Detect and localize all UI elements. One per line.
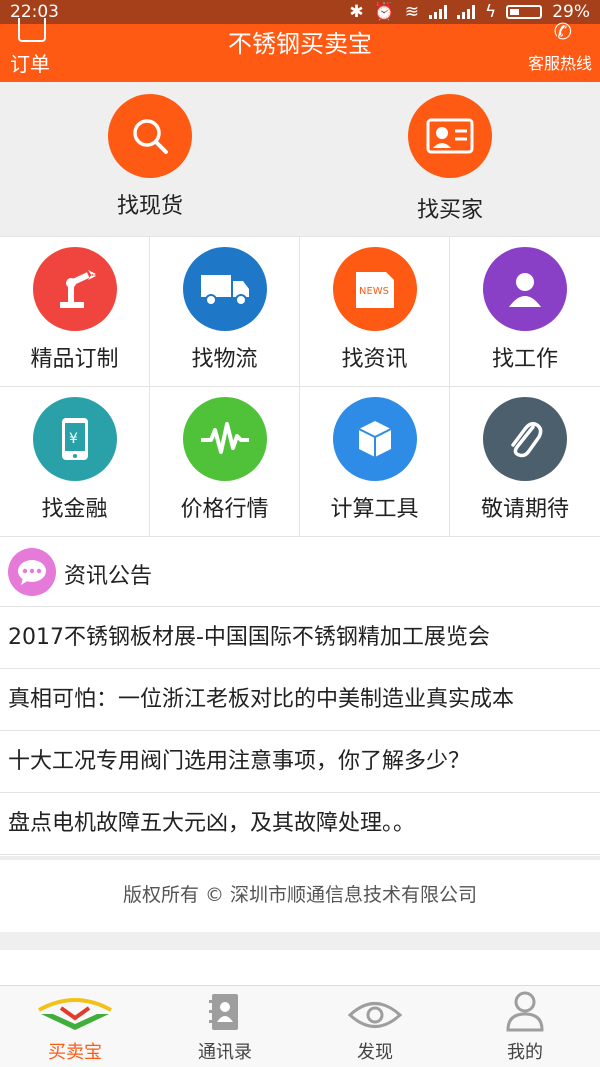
- grid-item-finance[interactable]: ¥ 找金融: [0, 387, 150, 537]
- news-item[interactable]: 盘点电机故障五大元凶，及其故障处理。。: [0, 793, 600, 855]
- grid-item-custom[interactable]: 精品订制: [0, 237, 150, 387]
- page-title: 不锈钢买卖宝: [228, 30, 372, 58]
- contacts-book-icon: [150, 986, 300, 1032]
- grid-label: 精品订制: [30, 347, 119, 372]
- chat-bubble-icon: [8, 548, 56, 596]
- grid-label: 敬请期待: [480, 497, 569, 522]
- tab-label: 买卖宝: [48, 1042, 102, 1063]
- charging-icon: ϟ: [484, 2, 497, 22]
- phone-icon[interactable]: ✆: [554, 20, 572, 45]
- grid-item-prices[interactable]: 价格行情: [150, 387, 300, 537]
- copyright-text: 版权所有 © 深圳市顺通信息技术有限公司: [122, 884, 478, 906]
- tab-trade[interactable]: 买卖宝: [0, 986, 150, 1067]
- person-icon: [483, 247, 567, 331]
- pulse-icon: [182, 397, 267, 481]
- search-icon: [108, 94, 192, 178]
- wifi-icon: ≋: [404, 2, 419, 22]
- grid-item-news[interactable]: NEWS 找资讯: [300, 237, 450, 387]
- signal-icon: [428, 5, 447, 19]
- svg-text:¥: ¥: [69, 431, 78, 447]
- paperclip-icon: [483, 397, 567, 481]
- grid-item-logistics[interactable]: 找物流: [150, 237, 300, 387]
- battery-level: 29%: [552, 2, 590, 22]
- grid-item-jobs[interactable]: 找工作: [450, 237, 600, 387]
- tab-label: 通讯录: [198, 1042, 252, 1063]
- hotline-button[interactable]: 客服热线: [528, 50, 592, 74]
- find-buyer-button[interactable]: 找买家: [370, 94, 530, 224]
- brand-logo-icon: [0, 986, 150, 1032]
- hero-section: 找现货 找买家: [0, 82, 600, 236]
- grid-label: 找资讯: [341, 347, 408, 372]
- user-icon: [450, 986, 600, 1032]
- grid-label: 找金融: [41, 497, 108, 522]
- grid-item-coming-soon[interactable]: 敬请期待: [450, 387, 600, 537]
- find-stock-label: 找现货: [116, 194, 183, 219]
- box-icon: [332, 397, 417, 481]
- find-stock-button[interactable]: 找现货: [70, 94, 230, 220]
- app-header: 订单 不锈钢买卖宝 ✆ 客服热线: [0, 18, 600, 82]
- battery-icon: [506, 5, 543, 19]
- alarm-icon: ⏰: [373, 2, 395, 22]
- news-section-header: 资讯公告: [0, 537, 600, 607]
- grid-label: 找工作: [491, 347, 558, 372]
- grid-item-calculator[interactable]: 计算工具: [300, 387, 450, 537]
- news-item[interactable]: 十大工况专用阀门选用注意事项，你了解多少？: [0, 731, 600, 793]
- svg-text:NEWS: NEWS: [359, 286, 389, 297]
- tab-label: 我的: [507, 1042, 543, 1063]
- news-section-title: 资讯公告: [64, 564, 153, 589]
- tab-discover[interactable]: 发现: [300, 986, 450, 1067]
- signal-icon: [456, 5, 475, 19]
- phone-yen-icon: ¥: [32, 397, 117, 481]
- robot-arm-icon: [32, 247, 117, 331]
- feature-grid: 精品订制 找物流 NEWS 找资讯 找工作 ¥ 找金融 价格行情 计算工具 敬请…: [0, 236, 600, 537]
- grid-label: 价格行情: [180, 497, 269, 522]
- find-buyer-label: 找买家: [416, 198, 483, 223]
- status-bar: 22:03 ✱ ⏰ ≋ ϟ 29%: [0, 0, 600, 24]
- news-icon: NEWS: [332, 247, 417, 331]
- tab-profile[interactable]: 我的: [450, 986, 600, 1067]
- grid-label: 计算工具: [330, 497, 419, 522]
- truck-icon: [182, 247, 267, 331]
- tab-label: 发现: [357, 1042, 393, 1063]
- bottom-tab-bar: 买卖宝 通讯录 发现 我的: [0, 985, 600, 1067]
- news-item[interactable]: 2017不锈钢板材展-中国国际不锈钢精加工展览会: [0, 607, 600, 669]
- news-item[interactable]: 真相可怕：一位浙江老板对比的中美制造业真实成本: [0, 669, 600, 731]
- id-card-icon: [408, 94, 492, 178]
- tab-contacts[interactable]: 通讯录: [150, 986, 300, 1067]
- divider: [0, 932, 600, 950]
- eye-icon: [300, 986, 450, 1032]
- bluetooth-icon: ✱: [349, 2, 364, 22]
- grid-label: 找物流: [191, 347, 258, 372]
